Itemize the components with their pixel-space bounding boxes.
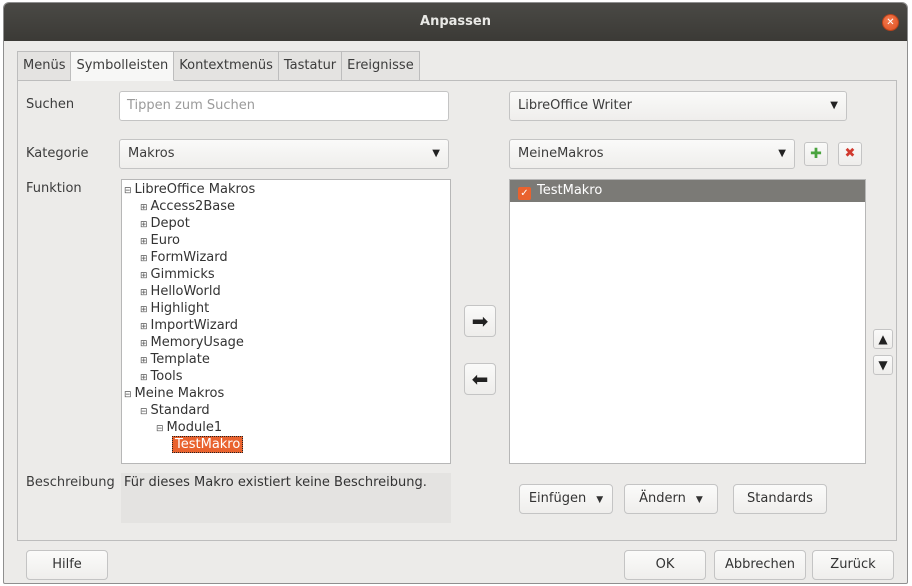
arrow-up-icon[interactable]: ▲ — [873, 329, 893, 349]
tree-node[interactable]: ⊞ Template — [140, 351, 210, 368]
close-icon[interactable]: ✕ — [882, 14, 899, 31]
function-label: Funktion — [26, 181, 82, 196]
modify-button[interactable]: Ändern ▼ — [624, 484, 718, 514]
category-label: Kategorie — [26, 146, 89, 161]
tree-node[interactable]: ⊞ ImportWizard — [140, 317, 238, 334]
description-label: Beschreibung — [26, 475, 115, 490]
tree-node[interactable]: ⊞ Depot — [140, 215, 190, 232]
cancel-button[interactable]: Abbrechen — [714, 550, 806, 580]
function-tree[interactable]: ⊟ LibreOffice Makros ⊞ Access2Base ⊞ Depot … — [121, 179, 451, 464]
chevron-down-icon: ▼ — [830, 100, 838, 111]
tree-node[interactable]: ⊟ Module1 — [156, 419, 222, 436]
tree-node[interactable]: ⊞ Gimmicks — [140, 266, 215, 283]
tab-bar: Menüs Symbolleisten Kontextmenüs Tastatu… — [17, 51, 897, 81]
plus-icon[interactable]: ✚ — [804, 142, 828, 166]
tree-node[interactable]: ⊟ Standard — [140, 402, 210, 419]
tab-keyboard[interactable]: Tastatur — [278, 51, 343, 80]
tree-node[interactable]: ⊟ LibreOffice Makros — [124, 181, 255, 198]
search-label: Suchen — [26, 97, 75, 112]
tree-node[interactable]: ⊞ HelloWorld — [140, 283, 221, 300]
collapse-icon[interactable]: ⊟ — [124, 387, 132, 404]
tree-node[interactable]: ⊞ Euro — [140, 232, 180, 249]
collapse-icon[interactable]: ⊟ — [140, 404, 148, 421]
tree-node[interactable]: ⊞ Tools — [140, 368, 183, 385]
chevron-down-icon: ▼ — [432, 148, 440, 159]
arrow-down-icon[interactable]: ▼ — [873, 355, 893, 375]
description-text: Für dieses Makro existiert keine Beschre… — [121, 473, 451, 523]
tree-node[interactable]: ⊟ Meine Makros — [124, 385, 224, 402]
chevron-down-icon: ▼ — [695, 495, 703, 505]
window-title: Anpassen — [420, 14, 491, 29]
target-app-value: LibreOffice Writer — [518, 98, 632, 113]
tree-node[interactable]: ⊞ FormWizard — [140, 249, 228, 266]
tab-events[interactable]: Ereignisse — [342, 51, 420, 80]
arrow-left-icon[interactable]: ⬅ — [464, 363, 496, 395]
checkbox-icon[interactable]: ✓ — [518, 187, 531, 200]
tree-node[interactable]: ⊞ Highlight — [140, 300, 209, 317]
chevron-down-icon: ▼ — [778, 148, 786, 159]
list-item[interactable]: ✓ TestMakro — [510, 180, 865, 202]
category-value: Makros — [128, 146, 175, 161]
collapse-icon[interactable]: ⊟ — [124, 183, 132, 200]
help-button[interactable]: Hilfe — [26, 550, 108, 580]
defaults-button[interactable]: Standards — [733, 484, 827, 514]
tree-node[interactable]: ⊞ MemoryUsage — [140, 334, 244, 351]
x-icon[interactable]: ✖ — [838, 142, 862, 166]
chevron-down-icon: ▼ — [596, 495, 604, 505]
target-app-select[interactable]: LibreOffice Writer ▼ — [509, 91, 847, 121]
ok-button[interactable]: OK — [624, 550, 706, 580]
title-bar: Anpassen ✕ — [4, 3, 907, 41]
tab-context-menus[interactable]: Kontextmenüs — [174, 51, 279, 80]
tree-node[interactable]: ⊞ Access2Base — [140, 198, 235, 215]
customize-dialog: Anpassen ✕ Menüs Symbolleisten Kontextme… — [3, 2, 908, 584]
arrow-right-icon[interactable]: ➡ — [464, 305, 496, 337]
toolbar-entries-list[interactable]: ✓ TestMakro — [509, 179, 866, 464]
search-input[interactable]: Tippen zum Suchen — [119, 91, 449, 121]
collapse-icon[interactable]: ⊟ — [156, 421, 164, 438]
target-toolbar-value: MeineMakros — [518, 146, 604, 161]
category-select[interactable]: Makros ▼ — [119, 139, 449, 169]
tab-toolbars[interactable]: Symbolleisten — [71, 51, 175, 81]
tree-node-selected[interactable]: TestMakro — [172, 436, 244, 453]
insert-button[interactable]: Einfügen ▼ — [519, 484, 613, 514]
target-toolbar-select[interactable]: MeineMakros ▼ — [509, 139, 795, 169]
reset-button[interactable]: Zurück — [812, 550, 894, 580]
tab-menus[interactable]: Menüs — [17, 51, 72, 80]
